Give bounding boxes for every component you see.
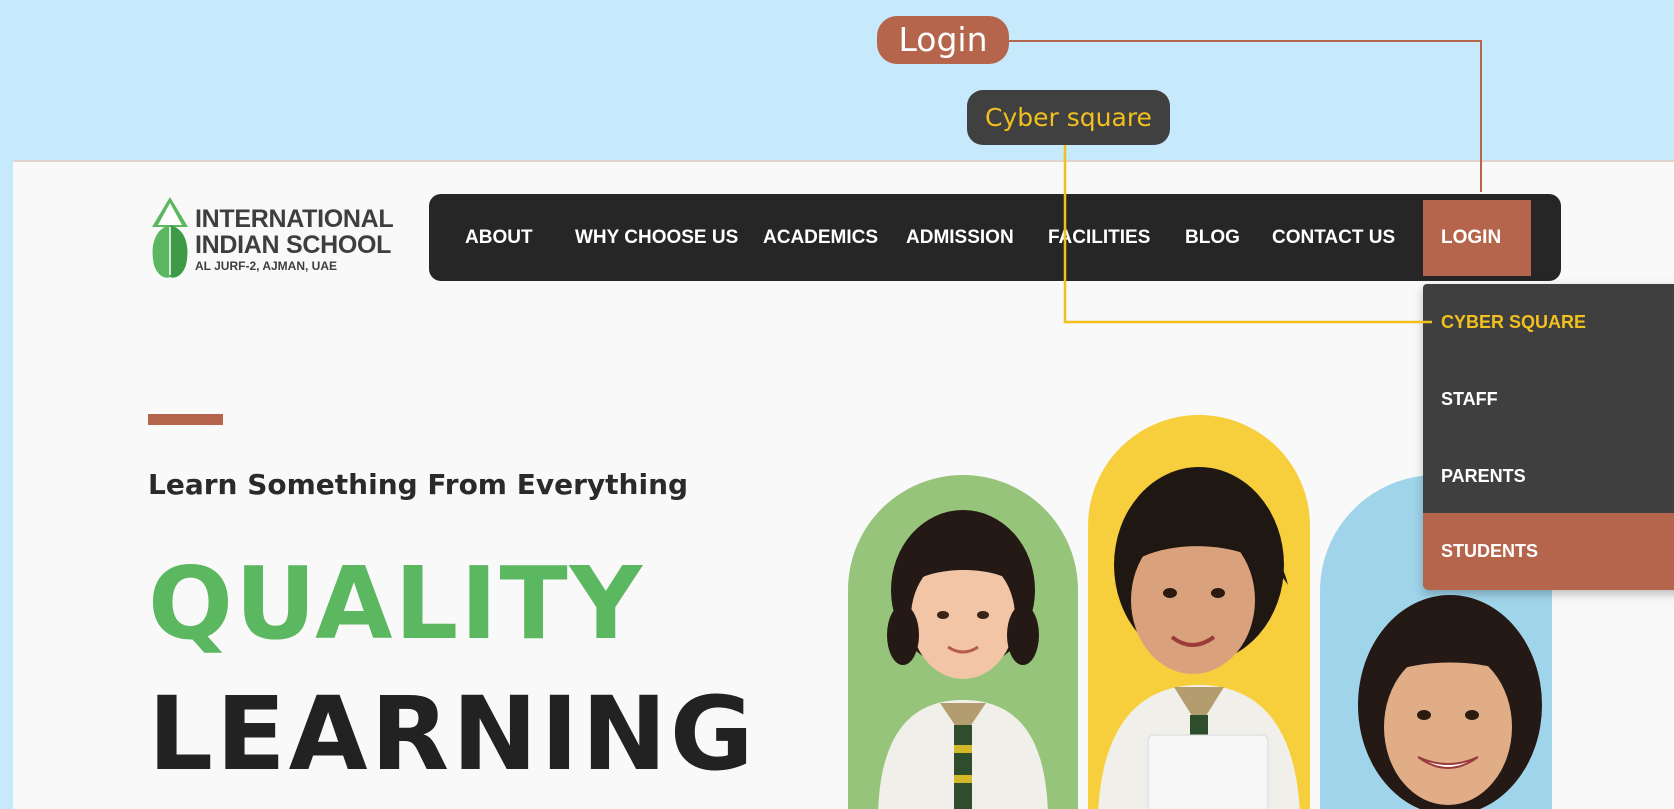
school-logo[interactable]: INTERNATIONAL INDIAN SCHOOL AL JURF-2, A… xyxy=(148,195,428,281)
leaf-pencil-logo-icon xyxy=(152,197,188,278)
nav-academics[interactable]: ACADEMICS xyxy=(763,194,878,281)
dropdown-item-staff[interactable]: STAFF xyxy=(1423,361,1674,438)
dropdown-item-students[interactable]: STUDENTS xyxy=(1423,513,1674,590)
logo-line-2: INDIAN SCHOOL xyxy=(195,231,392,259)
logo-line-1: INTERNATIONAL xyxy=(195,205,394,233)
cyber-square-callout: Cyber square xyxy=(967,90,1170,145)
login-callout: Login xyxy=(877,16,1009,64)
nav-contact-us[interactable]: CONTACT US xyxy=(1272,194,1395,281)
login-dropdown-menu: CYBER SQUARE STAFF PARENTS STUDENTS xyxy=(1423,284,1674,590)
student-photo-2 xyxy=(1088,415,1310,809)
main-navbar: ABOUT WHY CHOOSE US ACADEMICS ADMISSION … xyxy=(429,194,1561,281)
nav-admission[interactable]: ADMISSION xyxy=(906,194,1014,281)
website-page: INTERNATIONAL INDIAN SCHOOL AL JURF-2, A… xyxy=(13,160,1674,809)
nav-about[interactable]: ABOUT xyxy=(465,194,533,281)
nav-blog[interactable]: BLOG xyxy=(1185,194,1240,281)
hero-heading-quality: QUALITY xyxy=(148,545,645,662)
nav-facilities[interactable]: FACILITIES xyxy=(1048,194,1150,281)
nav-login-button[interactable]: LOGIN xyxy=(1423,200,1531,276)
hero-tagline: Learn Something From Everything xyxy=(148,468,689,501)
nav-why-choose-us[interactable]: WHY CHOOSE US xyxy=(575,194,738,281)
student-photo-1 xyxy=(848,475,1078,809)
hero-heading-learning: LEARNING xyxy=(148,675,757,794)
dropdown-item-parents[interactable]: PARENTS xyxy=(1423,438,1674,515)
dropdown-item-cyber-square[interactable]: CYBER SQUARE xyxy=(1423,284,1674,361)
logo-line-3: AL JURF-2, AJMAN, UAE xyxy=(195,259,338,273)
accent-bar xyxy=(148,414,223,425)
